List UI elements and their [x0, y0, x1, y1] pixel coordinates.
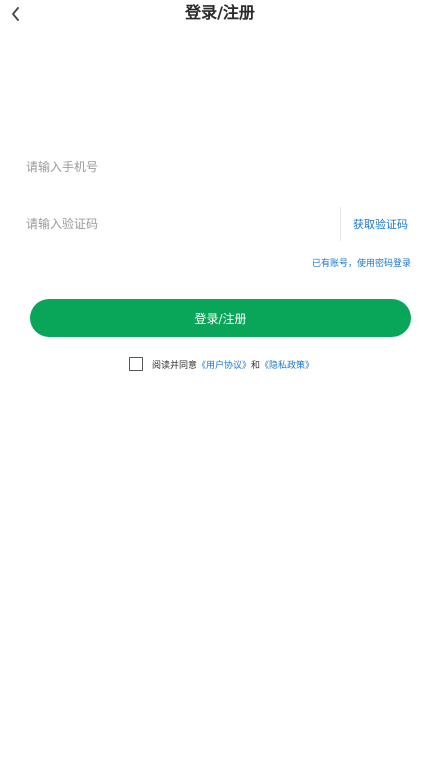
- get-code-button[interactable]: 获取验证码: [340, 207, 420, 241]
- agreement-conjunction: 和: [251, 360, 261, 371]
- privacy-policy-link[interactable]: 《隐私政策》: [260, 358, 314, 371]
- login-register-button[interactable]: 登录/注册: [30, 299, 411, 337]
- phone-input[interactable]: [26, 150, 420, 184]
- agreement-prefix: 阅读并同意: [152, 360, 198, 371]
- page-title: 登录/注册: [185, 3, 255, 22]
- code-field-row: 获取验证码: [26, 207, 420, 241]
- login-page: 登录/注册 获取验证码 已有账号，使用密码登录 登录/注册 阅读并同意 《用户协…: [0, 0, 432, 764]
- agreement-row: 阅读并同意 《用户协议》 和 《隐私政策》: [129, 356, 314, 372]
- phone-field-row: [26, 150, 420, 184]
- agreement-checkbox[interactable]: [129, 357, 143, 371]
- verification-code-input[interactable]: [26, 207, 340, 241]
- user-agreement-link[interactable]: 《用户协议》: [197, 358, 251, 371]
- password-login-link[interactable]: 已有账号，使用密码登录: [312, 256, 411, 269]
